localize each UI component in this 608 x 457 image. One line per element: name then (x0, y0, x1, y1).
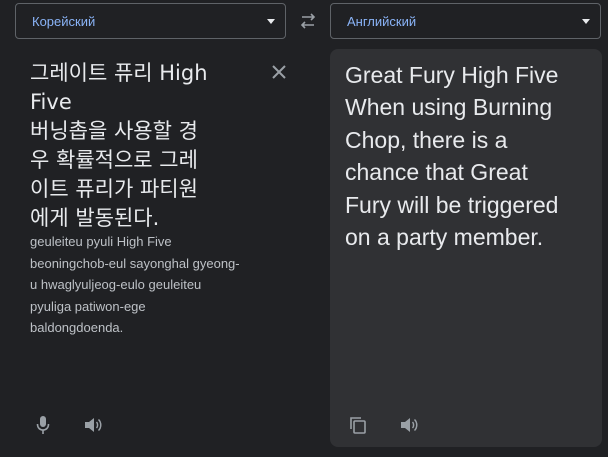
chevron-down-icon (582, 19, 590, 24)
translation-panel: Great Fury High Five When using Burning … (330, 49, 602, 447)
source-language-select[interactable]: Корейский (15, 3, 286, 39)
source-romanization: geuleiteu pyuli High Five beoningchob-eu… (30, 234, 240, 336)
chevron-down-icon (267, 19, 275, 24)
listen-source-button[interactable] (80, 412, 106, 438)
target-language-label: Английский (347, 13, 417, 29)
source-text-input[interactable]: 그레이트 퓨리 High Five 버닝촙을 사용할 경 우 확률적으로 그레 … (30, 59, 270, 233)
speaker-icon (85, 418, 102, 432)
close-icon (272, 65, 286, 79)
listen-translation-button[interactable] (396, 412, 422, 438)
swap-languages-button[interactable] (296, 10, 320, 32)
clear-source-button[interactable] (268, 61, 290, 83)
swap-arrows-icon (300, 13, 316, 29)
copy-translation-button[interactable] (345, 412, 371, 438)
voice-input-button[interactable] (30, 412, 56, 438)
microphone-icon (36, 416, 50, 434)
target-language-select[interactable]: Английский (330, 3, 601, 39)
translation-output: Great Fury High Five When using Burning … (345, 62, 559, 251)
copy-icon (350, 417, 366, 434)
source-language-label: Корейский (32, 13, 96, 29)
source-panel: 그레이트 퓨리 High Five 버닝촙을 사용할 경 우 확률적으로 그레 … (0, 47, 320, 457)
speaker-icon (401, 418, 418, 432)
